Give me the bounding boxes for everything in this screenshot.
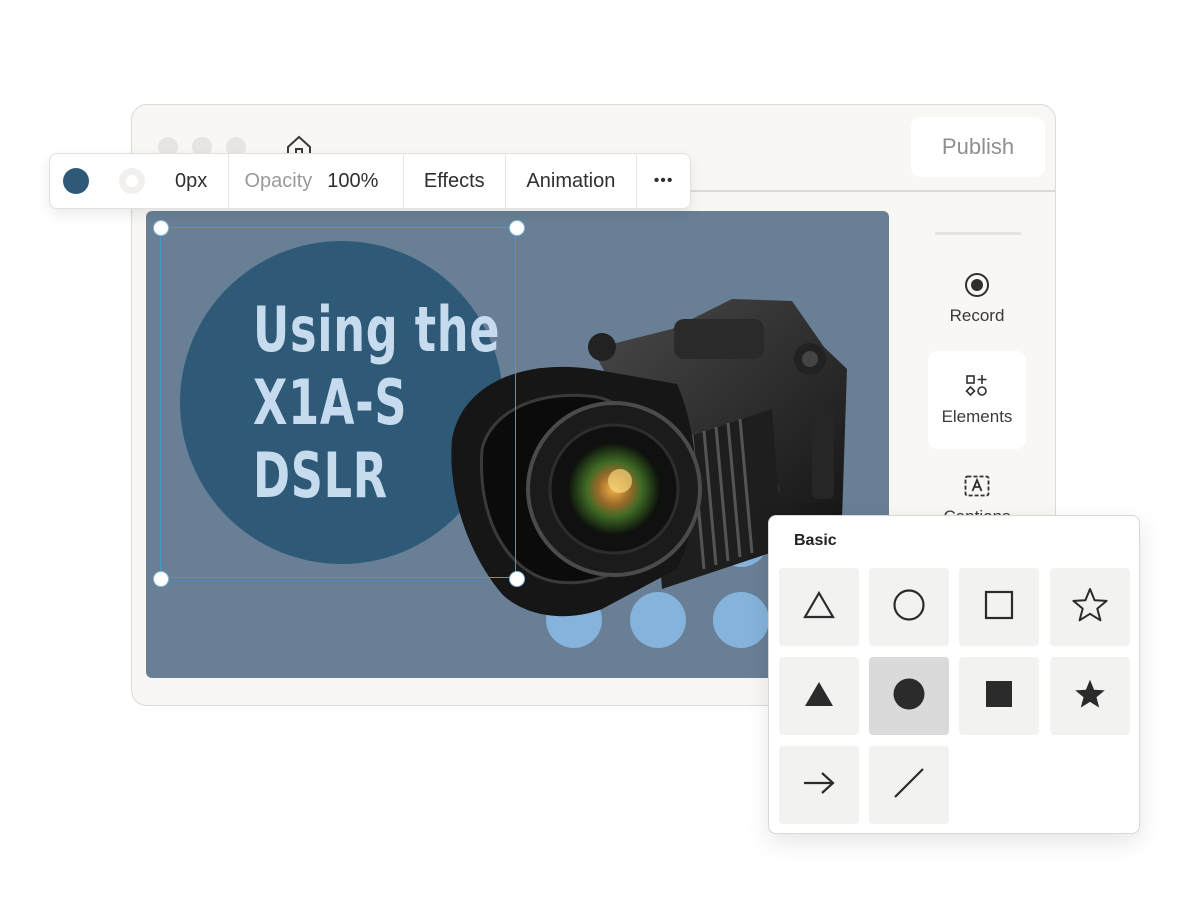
stroke-width-value[interactable]: 0px bbox=[175, 170, 207, 193]
arrow-icon bbox=[802, 770, 836, 801]
effects-label: Effects bbox=[423, 169, 485, 192]
sidebar-item-elements[interactable]: Elements bbox=[928, 351, 1026, 449]
resize-handle-bottom-left[interactable] bbox=[153, 571, 169, 587]
shape-triangle-outline[interactable] bbox=[779, 568, 859, 646]
effects-button[interactable]: Effects bbox=[404, 154, 506, 208]
sidebar-item-label: Elements bbox=[941, 407, 1013, 426]
sidebar-item-record[interactable]: Record bbox=[928, 250, 1026, 348]
fill-color-swatch[interactable] bbox=[63, 168, 89, 194]
triangle-outline-icon bbox=[802, 590, 836, 625]
circle-filled-icon bbox=[892, 677, 926, 716]
panel-title: Basic bbox=[794, 532, 837, 549]
record-icon bbox=[964, 272, 990, 298]
resize-handle-top-left[interactable] bbox=[153, 220, 169, 236]
animation-label: Animation bbox=[526, 169, 616, 192]
line-icon bbox=[892, 766, 926, 805]
square-outline-icon bbox=[984, 590, 1014, 625]
elements-icon bbox=[965, 373, 989, 399]
shape-circle-outline[interactable] bbox=[869, 568, 949, 646]
sidebar-item-label: Record bbox=[949, 306, 1005, 325]
star-filled-icon bbox=[1073, 678, 1107, 715]
stroke-color-swatch[interactable] bbox=[119, 168, 145, 194]
more-icon: ••• bbox=[653, 172, 674, 189]
rail-scroll-hint bbox=[935, 232, 1021, 235]
shape-arrow[interactable] bbox=[779, 746, 859, 824]
opacity-control[interactable]: Opacity 100% bbox=[229, 154, 404, 208]
shape-square-filled[interactable] bbox=[959, 657, 1039, 735]
shape-square-outline[interactable] bbox=[959, 568, 1039, 646]
shape-star-outline[interactable] bbox=[1050, 568, 1130, 646]
opacity-label: Opacity bbox=[244, 169, 313, 192]
publish-button[interactable]: Publish bbox=[911, 117, 1045, 177]
star-outline-icon bbox=[1071, 587, 1109, 628]
shape-triangle-filled[interactable] bbox=[779, 657, 859, 735]
element-toolbar: 0px Opacity 100% Effects Animation ••• bbox=[49, 153, 691, 209]
resize-handle-bottom-right[interactable] bbox=[509, 571, 525, 587]
circle-outline-icon bbox=[892, 588, 926, 627]
selection-box[interactable] bbox=[160, 227, 516, 578]
triangle-filled-icon bbox=[802, 679, 836, 714]
shapes-panel: Basic bbox=[768, 515, 1140, 834]
more-options-button[interactable]: ••• bbox=[637, 154, 690, 208]
shape-line[interactable] bbox=[869, 746, 949, 824]
opacity-value[interactable]: 100% bbox=[327, 170, 378, 193]
animation-button[interactable]: Animation bbox=[506, 154, 638, 208]
square-filled-icon bbox=[984, 679, 1014, 714]
shape-circle-filled[interactable] bbox=[869, 657, 949, 735]
shape-star-filled[interactable] bbox=[1050, 657, 1130, 735]
captions-icon bbox=[964, 473, 990, 499]
resize-handle-top-right[interactable] bbox=[509, 220, 525, 236]
fill-stroke-group: 0px bbox=[50, 154, 230, 208]
